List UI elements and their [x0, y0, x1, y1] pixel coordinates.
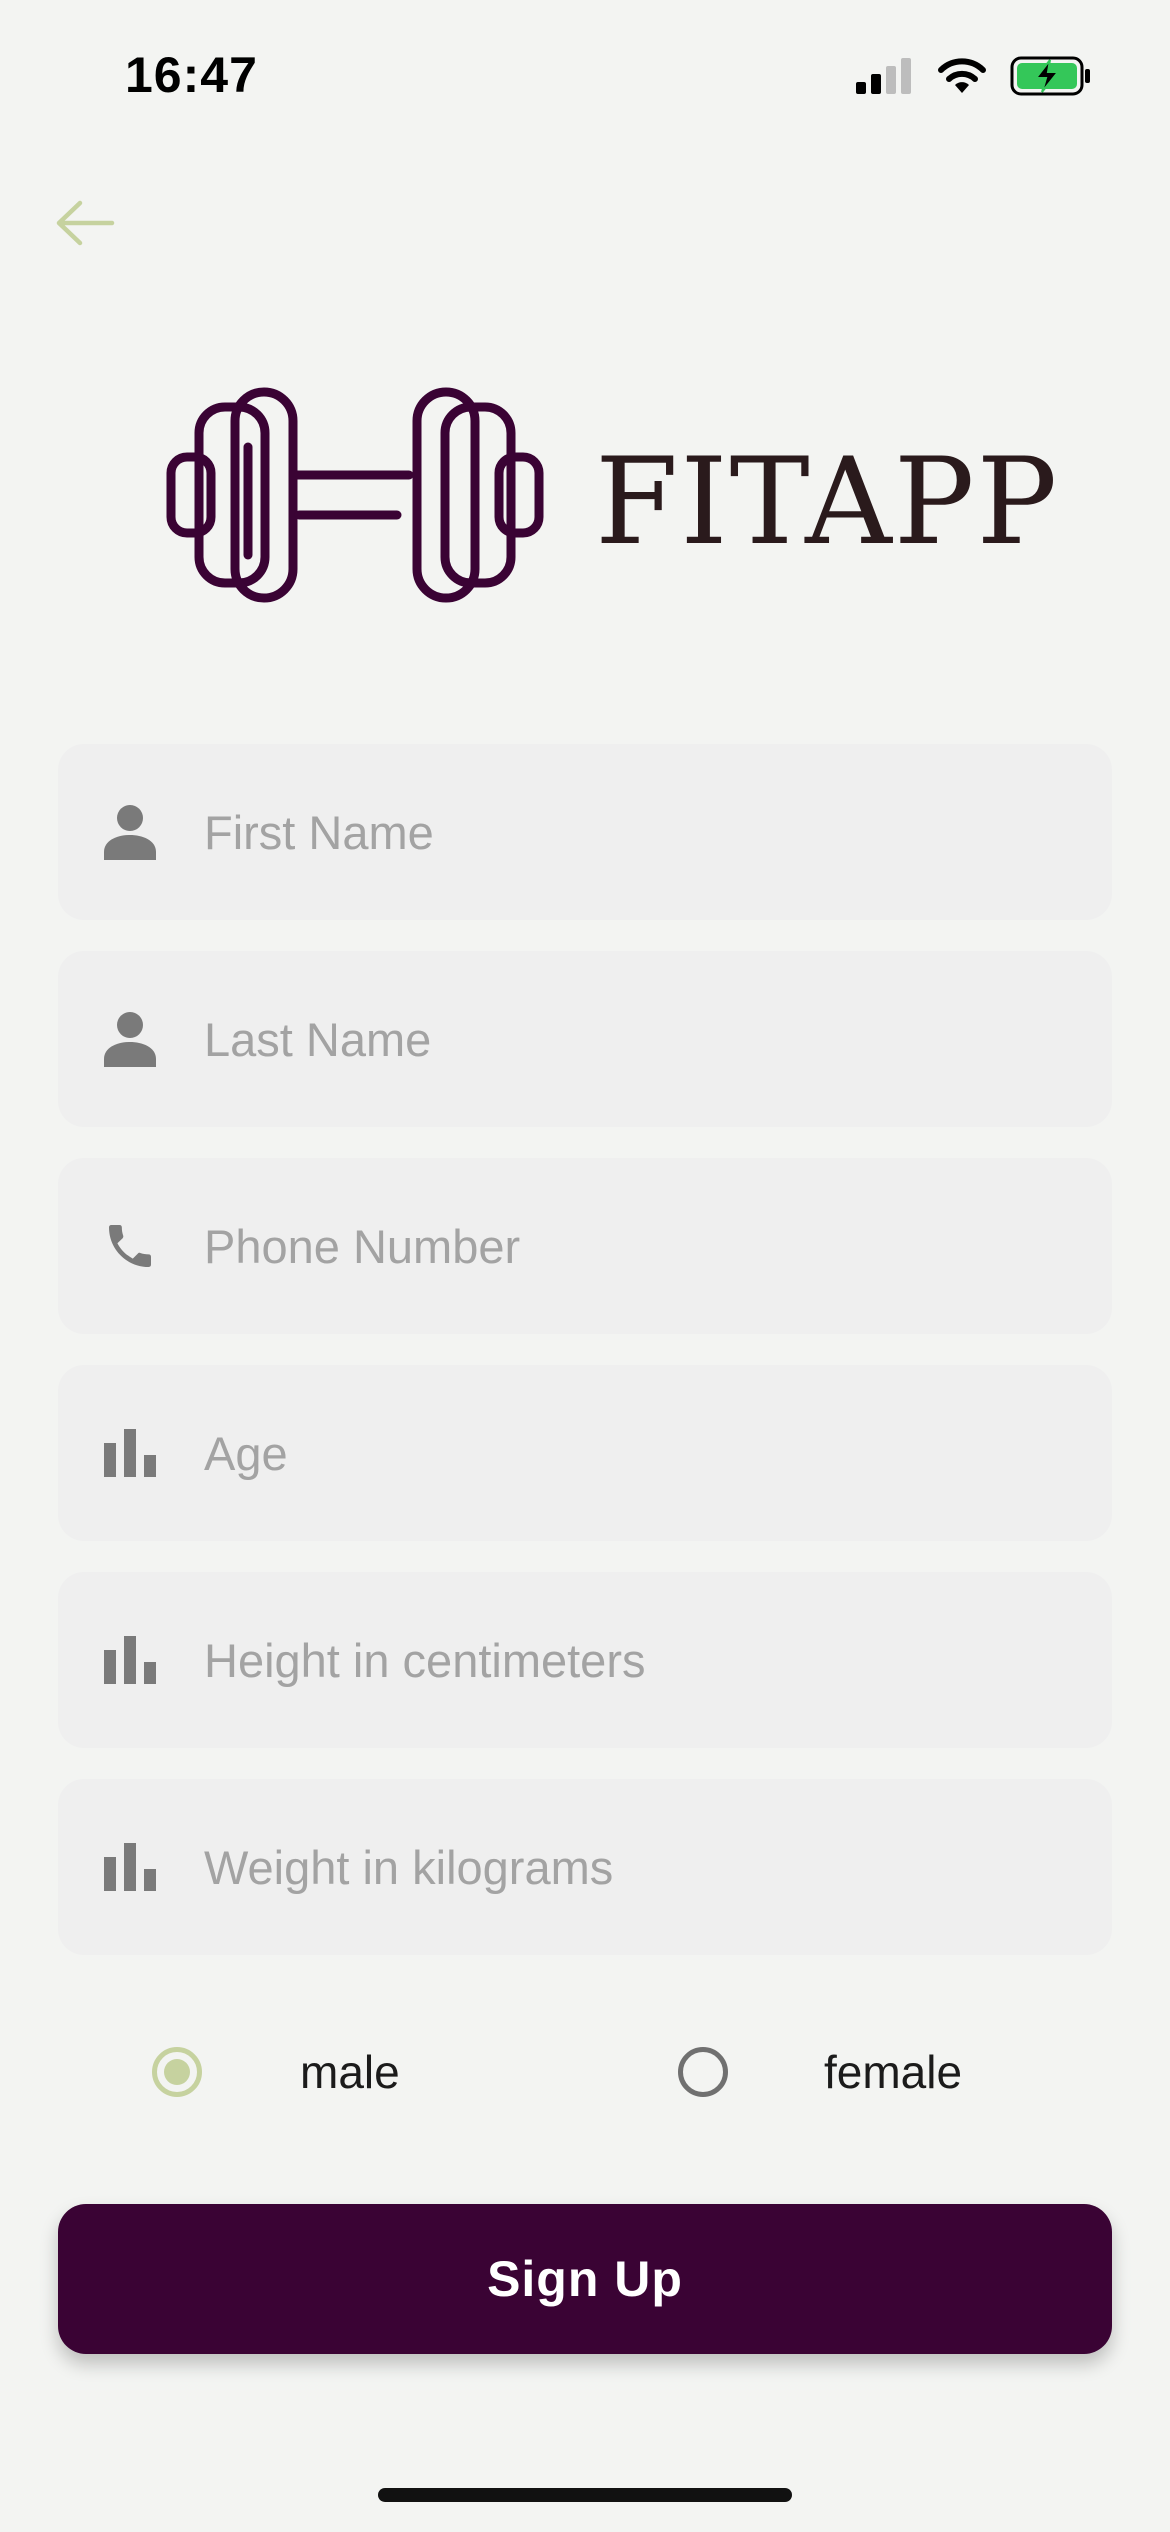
bar-chart-icon [102, 1632, 158, 1688]
signup-form [58, 744, 1112, 1986]
wifi-icon [936, 57, 988, 100]
arrow-left-icon [54, 199, 116, 252]
status-time: 16:47 [125, 47, 258, 103]
dumbbell-icon [165, 385, 545, 610]
gender-radio-group: male female [0, 2033, 1170, 2107]
status-bar: 16:47 [0, 0, 1170, 150]
back-button[interactable] [50, 195, 120, 255]
person-icon [102, 1011, 158, 1067]
bar-chart-icon [102, 1425, 158, 1481]
height-field[interactable] [58, 1572, 1112, 1748]
sign-up-button[interactable]: Sign Up [58, 2204, 1112, 2354]
weight-field[interactable] [58, 1779, 1112, 1955]
gender-label-female: female [824, 2046, 963, 2098]
first-name-input[interactable] [204, 744, 1112, 920]
phone-number-field[interactable] [58, 1158, 1112, 1334]
height-input[interactable] [204, 1572, 1112, 1748]
age-input[interactable] [204, 1365, 1112, 1541]
phone-icon [102, 1218, 158, 1274]
age-field[interactable] [58, 1365, 1112, 1541]
app-logo-text: FITAPP [595, 432, 1060, 572]
radio-unchecked-icon[interactable] [678, 2047, 728, 2097]
battery-charging-icon [1010, 56, 1092, 101]
person-icon [102, 804, 158, 860]
weight-input[interactable] [204, 1779, 1112, 1955]
last-name-field[interactable] [58, 951, 1112, 1127]
app-logo: FITAPP [165, 385, 1059, 610]
bar-chart-icon [102, 1839, 158, 1895]
status-icons [856, 56, 1092, 101]
first-name-field[interactable] [58, 744, 1112, 920]
gender-option-female[interactable]: female [678, 2045, 962, 2099]
gender-label-male: male [300, 2046, 400, 2098]
gender-option-male[interactable]: male [152, 2045, 400, 2099]
last-name-input[interactable] [204, 951, 1112, 1127]
phone-number-input[interactable] [204, 1158, 1112, 1334]
sign-up-button-label: Sign Up [487, 2251, 683, 2307]
cellular-signal-icon [856, 58, 914, 99]
radio-checked-icon[interactable] [152, 2047, 202, 2097]
home-indicator[interactable] [378, 2488, 792, 2502]
